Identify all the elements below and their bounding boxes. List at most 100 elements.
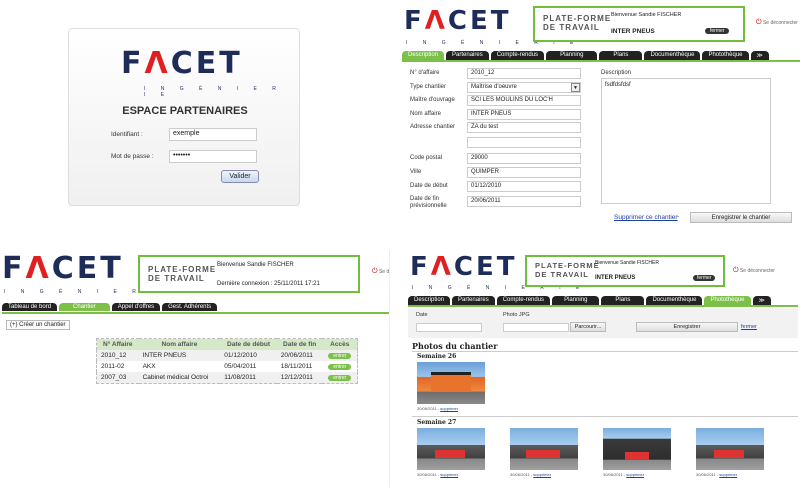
identifiant-input[interactable]: exemple [169, 128, 257, 141]
delete-photo-link[interactable]: supprimer [719, 472, 737, 477]
site-photo[interactable] [603, 428, 671, 470]
tab-bar: Description Partenaires Compte-rendus Pl… [408, 296, 771, 305]
field-label: N° d'affaire [410, 70, 440, 76]
affaire-number-input[interactable]: 2010_12 [467, 68, 581, 79]
tab-underline [402, 60, 800, 62]
cell-nom: AKX [142, 363, 156, 370]
maitre-ouvrage-input[interactable]: SCI LES MOULINS DU LOC'H [467, 95, 581, 106]
logout-link[interactable]: ⏻ Se d [372, 268, 389, 276]
facet-logo: FΛCET [2, 251, 124, 286]
entrer-button[interactable]: entrer [328, 375, 352, 381]
tab-plans[interactable]: Plans [601, 296, 645, 305]
identifiant-label: Identifiant : [111, 131, 143, 138]
welcome-text: Bienvenue Sandie FISCHER [611, 12, 682, 18]
photo-caption: 30/06/2011 - supprimer [510, 472, 552, 477]
valider-button[interactable]: Valider [221, 170, 259, 183]
close-button[interactable]: fermer [693, 275, 716, 281]
entrer-button[interactable]: entrer [328, 353, 352, 359]
logout-link[interactable]: ⏻ Se déconnecter [756, 19, 798, 27]
description-textarea[interactable]: fsdfdsfdsf [601, 78, 771, 204]
site-photo[interactable] [510, 428, 578, 470]
photo-caption: 30/06/2011 - supprimer [696, 472, 738, 477]
facet-logo: FΛCET [404, 6, 512, 36]
tab-plans[interactable]: Plans [599, 51, 643, 60]
upload-bar: Date Photo JPG Parcourir... Enregistrer … [408, 308, 798, 338]
delete-link[interactable]: Supprimer ce chantier [614, 214, 678, 221]
tab-planning[interactable]: Planning [546, 51, 598, 60]
date-fin-input[interactable]: 20/06/2011 [467, 196, 581, 207]
platform-box: PLATE-FORME DE TRAVAIL Bienvenue Sandie F… [138, 255, 360, 293]
delete-photo-link[interactable]: supprimer [626, 472, 644, 477]
header-debut: Date de début [227, 341, 271, 348]
date-input[interactable] [416, 323, 482, 332]
adresse-input[interactable]: ZA du test [467, 122, 581, 133]
cell-debut: 05/04/2011 [224, 363, 257, 370]
type-chantier-select[interactable]: Maîtrise d'oeuvre [467, 82, 581, 93]
tab-phototheque[interactable]: Photothèque [702, 51, 749, 60]
entrer-button[interactable]: entrer [328, 364, 352, 370]
red-door [625, 452, 649, 460]
tab-planning[interactable]: Planning [552, 296, 600, 305]
tab-documentheque[interactable]: Documenthèque [646, 296, 703, 305]
photo-file-input[interactable] [503, 323, 569, 332]
table-row: 2007_03 Cabinet médical Octroi 11/08/201… [96, 372, 358, 384]
separator: - [677, 214, 679, 220]
tab-partenaires[interactable]: Partenaires [452, 296, 495, 305]
platform-box: PLATE-FORME DE TRAVAIL Bienvenue Sandie F… [533, 6, 745, 42]
tab-phototheque[interactable]: Photothèque [704, 296, 751, 305]
tab-compte-rendus[interactable]: Compte-rendus [496, 296, 551, 305]
delete-photo-link[interactable]: supprimer [440, 472, 458, 477]
password-input[interactable]: ••••••• [169, 150, 257, 163]
field-label: Type chantier [410, 84, 447, 90]
tab-underline [408, 305, 798, 307]
tab-appel-offres[interactable]: Appel d'offres [111, 303, 161, 311]
phototheque-panel: FΛCET I N G É N I E R I E PLATE-FORME DE … [400, 250, 800, 487]
code-postal-input[interactable]: 29000 [467, 153, 581, 164]
tab-partenaires[interactable]: Partenaires [446, 51, 489, 60]
save-photo-button[interactable]: Enregistrer [636, 322, 738, 332]
site-photo[interactable] [417, 428, 485, 470]
adresse2-input[interactable] [467, 137, 581, 148]
field-label: Maître d'ouvrage [410, 97, 455, 103]
tab-chantier[interactable]: Chantier [59, 303, 110, 311]
tab-description[interactable]: Description [402, 51, 445, 60]
create-chantier-button[interactable]: (+) Créer un chantier [6, 320, 70, 330]
tab-more[interactable]: ≫ [752, 296, 771, 305]
tab-compte-rendus[interactable]: Compte-rendus [490, 51, 545, 60]
cell-debut: 01/12/2010 [224, 352, 257, 359]
tab-documentheque[interactable]: Documenthèque [644, 51, 701, 60]
chantier-panel: FΛCET I N G É N I E R I E PLATE-FORME DE … [0, 250, 390, 487]
photo-caption: 30/06/2011 - supprimer [417, 406, 459, 411]
description-panel: FΛCET I N G É N I E R I E PLATE-FORME DE … [400, 0, 800, 232]
partner-name: INTER PNEUS [595, 275, 636, 281]
tab-more[interactable]: ≫ [750, 51, 769, 60]
table-row: 2010_12 INTER PNEUS 01/12/2010 20/06/201… [96, 350, 358, 361]
delete-photo-link[interactable]: supprimer [533, 472, 551, 477]
header-fin: Date de fin [283, 341, 317, 348]
close-link[interactable]: fermer [741, 324, 757, 330]
welcome-text: Bienvenue Sandie FISCHER [595, 260, 659, 266]
tab-bar: Description Partenaires Compte-rendus Pl… [402, 51, 769, 60]
nom-affaire-input[interactable]: INTER PNEUS [467, 109, 581, 120]
logout-link[interactable]: ⏻ Se déconnecter [733, 267, 775, 275]
tab-description[interactable]: Description [408, 296, 451, 305]
cell-fin: 20/06/2011 [280, 352, 313, 359]
facet-logo: FΛCET [410, 252, 518, 282]
week-26-title: Semaine 26 [417, 353, 457, 360]
logo-subtitle: I N G É N I E R I E [144, 86, 283, 98]
field-label: Adresse chantier [410, 124, 456, 130]
site-photo[interactable] [696, 428, 764, 470]
tab-tableau-de-bord[interactable]: Tableau de bord [2, 303, 58, 311]
browse-button[interactable]: Parcourir... [570, 322, 606, 332]
tab-gest-adherents[interactable]: Gest. Adhérents [162, 303, 218, 311]
site-photo[interactable] [417, 362, 485, 404]
date-debut-input[interactable]: 01/12/2010 [467, 181, 581, 192]
ville-input[interactable]: QUIMPER [467, 167, 581, 178]
delete-photo-link[interactable]: supprimer [440, 406, 458, 411]
close-button[interactable]: fermer [705, 28, 730, 34]
field-label: Date de fin prévisionnelle [410, 196, 447, 210]
section-rule [412, 351, 798, 352]
cell-fin: 18/11/2011 [280, 363, 313, 370]
save-chantier-button[interactable]: Enregistrer le chantier [690, 212, 792, 223]
description-label: Description [601, 70, 632, 76]
